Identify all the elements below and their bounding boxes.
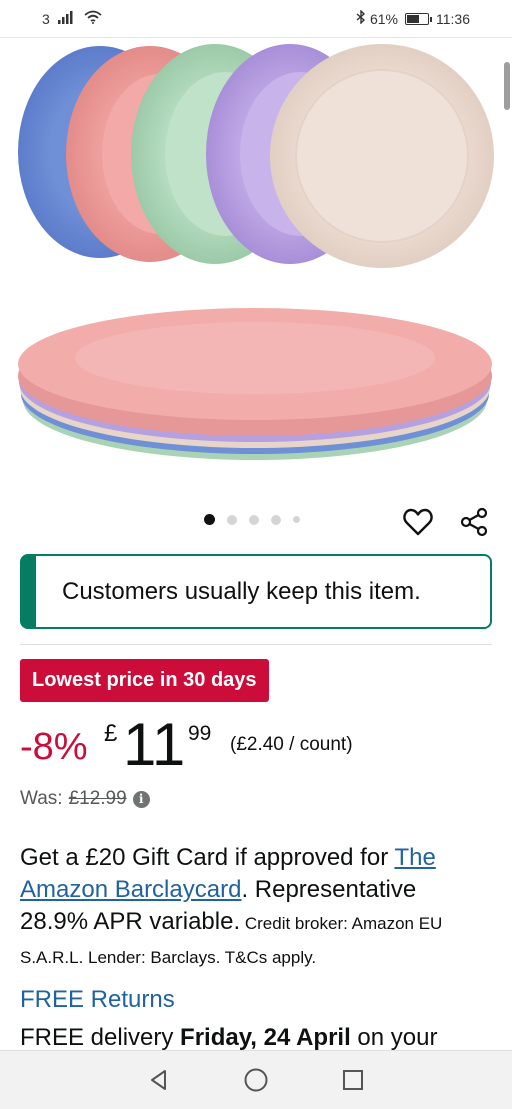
unit-price: (£2.40 / count) (230, 734, 353, 755)
scrollbar[interactable] (504, 62, 510, 110)
gift-intro: Get a £20 Gift Card if approved for (20, 844, 395, 871)
delivery-suffix: on your (350, 1024, 438, 1050)
plate-beige (270, 44, 494, 268)
stacked-plates (18, 308, 492, 460)
carousel-dot-1[interactable] (204, 514, 215, 525)
nav-home-button[interactable] (236, 1060, 276, 1100)
recents-icon (343, 1070, 364, 1090)
heart-icon (403, 508, 433, 536)
status-right: 61% 11:36 (356, 9, 470, 27)
deal-badge: Lowest price in 30 days (20, 659, 269, 702)
price-currency: £ (104, 720, 118, 747)
product-image[interactable] (0, 40, 512, 500)
was-price-row: Was: £12.99 i (20, 788, 150, 810)
battery-icon (405, 12, 432, 25)
gift-card-offer: Get a £20 Gift Card if approved for The … (20, 842, 490, 974)
keep-item-notice: Customers usually keep this item. (20, 554, 492, 629)
delivery-date: Friday, 24 April (180, 1024, 351, 1050)
delivery-info: FREE delivery Friday, 24 April on your (20, 1024, 512, 1050)
signal-icon (57, 10, 76, 27)
bluetooth-icon (356, 9, 366, 27)
delivery-prefix: FREE delivery (20, 1024, 181, 1050)
home-icon (244, 1068, 268, 1092)
carousel-dot-4[interactable] (271, 514, 281, 525)
was-price: £12.99 (68, 788, 127, 809)
price-whole: 11 (123, 711, 186, 778)
signal-label: 3 (42, 10, 50, 27)
notice-text: Customers usually keep this item. (62, 577, 421, 605)
back-icon (150, 1070, 166, 1090)
clock: 11:36 (436, 10, 470, 27)
discount-percent: -8% (20, 726, 88, 768)
status-left: 3 (42, 10, 102, 27)
carousel-dot-2[interactable] (227, 514, 237, 525)
free-returns-link[interactable]: FREE Returns (20, 986, 175, 1014)
carousel-dot-3[interactable] (249, 514, 259, 525)
divider (20, 644, 492, 645)
system-nav-bar (0, 1050, 512, 1109)
nav-recents-button[interactable] (333, 1060, 373, 1100)
info-icon[interactable]: i (132, 790, 150, 808)
wishlist-button[interactable] (402, 506, 434, 538)
wifi-icon (84, 10, 102, 27)
share-icon (460, 507, 488, 537)
price-row: -8% £ 11 99 (£2.40 / count) (20, 711, 500, 782)
status-bar: 3 61% 11:36 (0, 0, 512, 38)
plates-illustration (18, 44, 494, 460)
battery-percent: 61% (369, 10, 398, 27)
carousel-dot-5[interactable] (293, 516, 300, 523)
share-button[interactable] (458, 506, 490, 538)
battery-fill (407, 14, 419, 23)
nav-back-button[interactable] (139, 1060, 179, 1100)
price-fraction: 99 (188, 722, 212, 745)
carousel-dots (204, 514, 300, 525)
was-label: Was: (20, 788, 63, 809)
